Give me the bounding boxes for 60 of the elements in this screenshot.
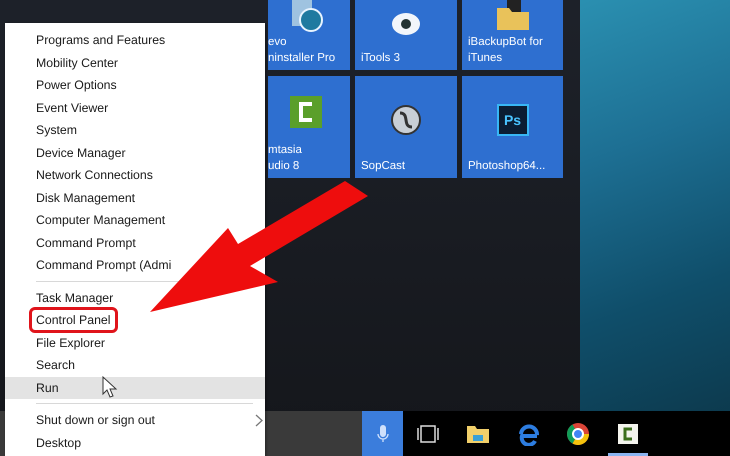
installer-icon	[289, 0, 323, 32]
menu-item[interactable]: Event Viewer	[5, 96, 110, 119]
menu-item[interactable]: Search	[5, 354, 77, 376]
menu-label: Desktop	[36, 434, 82, 452]
menu-item[interactable]: Disk Management	[5, 186, 138, 209]
menu-label: Command Prompt	[36, 234, 136, 252]
menu-label: Shut down or sign out	[36, 412, 155, 430]
tile-label: iBackupBot for	[468, 35, 543, 50]
menu-item[interactable]: Task Manager	[5, 286, 116, 309]
menu-item[interactable]: Device Manager	[5, 142, 128, 164]
tile-label: SopCast	[361, 159, 406, 174]
folder-icon	[494, 0, 530, 32]
app-tile[interactable]: evo ninstaller Pro	[268, 0, 350, 70]
menu-item[interactable]: Programs and Features	[5, 29, 168, 52]
menu-item[interactable]: Computer Management	[5, 209, 168, 232]
menu-item[interactable]: Power Options	[5, 74, 119, 96]
menu-label: Disk Management	[36, 190, 136, 207]
menu-label: Power Options	[36, 77, 117, 94]
camtasia-icon	[616, 422, 640, 446]
menu-label: Programs and Features	[36, 32, 166, 50]
menu-label: File Explorer	[36, 334, 106, 352]
app-tile[interactable]: iTools 3	[355, 0, 457, 70]
menu-label: Search	[36, 357, 75, 374]
menu-label: Mobility Center	[36, 54, 118, 72]
app-tile[interactable]: mtasia udio 8	[268, 76, 350, 178]
menu-label: Event Viewer	[36, 100, 108, 117]
app-tile[interactable]: SopCast	[355, 76, 457, 178]
camtasia-icon	[290, 96, 322, 128]
menu-label: Computer Management	[36, 212, 166, 230]
menu-label: Run	[36, 380, 59, 397]
menu-item[interactable]: Desktop	[5, 432, 84, 454]
menu-item[interactable]: Network Connections	[5, 164, 155, 186]
menu-item[interactable]: Control Panel	[5, 309, 120, 332]
chrome-icon	[566, 422, 590, 446]
photoshop-icon: Ps	[496, 104, 528, 136]
menu-label: Command Prompt (Admi	[36, 257, 172, 274]
tile-label: iTunes	[468, 51, 502, 66]
tile-label: Photoshop64...	[468, 159, 546, 174]
menu-item[interactable]: Run	[5, 376, 265, 399]
edge-icon	[516, 422, 540, 446]
menu-item[interactable]: File Explorer	[5, 332, 108, 354]
tile-label: evo	[268, 35, 287, 50]
menu-label: System	[36, 122, 77, 140]
tile-label: udio 8	[268, 159, 300, 174]
tile-label: mtasia	[268, 143, 302, 158]
menu-item[interactable]: System	[5, 119, 79, 142]
app-tile[interactable]: iBackupBot for iTunes	[462, 0, 563, 70]
menu-label: Device Manager	[36, 144, 126, 162]
menu-item[interactable]: Command Prompt (Admi	[5, 254, 174, 276]
menu-label: Network Connections	[36, 167, 153, 184]
menu-label: Task Manager	[36, 290, 114, 307]
app-tile[interactable]: Ps Photoshop64...	[462, 76, 563, 178]
highlighted-label: Control Panel	[29, 307, 118, 334]
menu-item[interactable]: Mobility Center	[5, 52, 120, 74]
tile-label: ninstaller Pro	[268, 51, 336, 66]
round-logo-icon	[390, 104, 422, 136]
menu-item[interactable]: Command Prompt	[5, 232, 138, 254]
menu-item[interactable]: Shut down or sign out	[5, 409, 265, 432]
mouse-cursor-icon	[102, 376, 118, 398]
tile-label: iTools 3	[361, 51, 400, 66]
